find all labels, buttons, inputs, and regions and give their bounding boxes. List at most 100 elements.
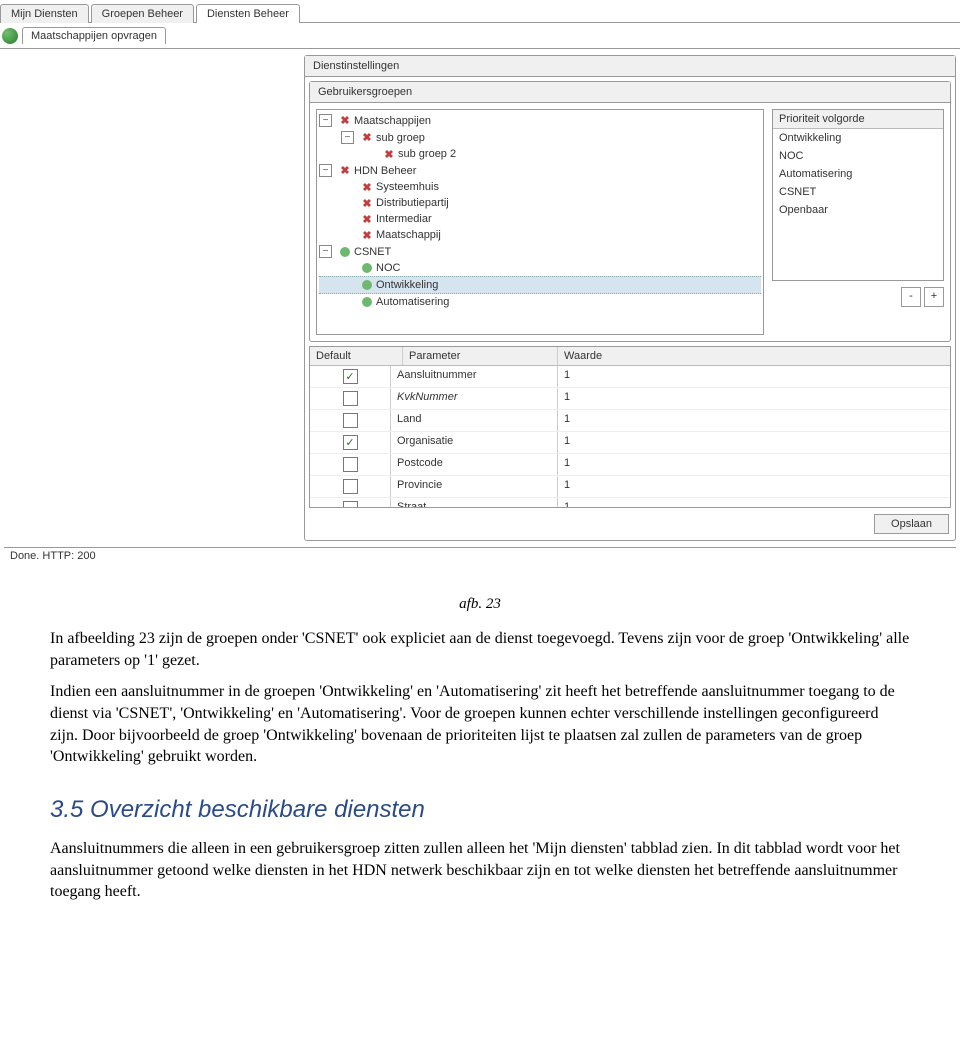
groups-tree[interactable]: −✖Maatschappijen−✖sub groep✖sub groep 2−…	[316, 109, 764, 335]
priority-up-button[interactable]: +	[924, 287, 944, 307]
tree-item[interactable]: −✖HDN Beheer	[319, 162, 761, 179]
panel-dienstinstellingen: Dienstinstellingen Gebruikersgroepen −✖M…	[304, 55, 956, 541]
panel-title-settings: Dienstinstellingen	[305, 56, 955, 77]
save-button[interactable]: Opslaan	[874, 514, 949, 534]
tree-item-label: sub groep	[376, 132, 425, 144]
tab-mijn-diensten[interactable]: Mijn Diensten	[0, 4, 89, 23]
priority-item[interactable]: Ontwikkeling	[773, 129, 943, 147]
tree-item[interactable]: Automatisering	[319, 294, 761, 310]
priority-list[interactable]: Prioriteit volgorde Ontwikkeling NOC Aut…	[772, 109, 944, 281]
tree-item[interactable]: ✖Distributiepartij	[319, 195, 761, 211]
tree-item-label: Systeemhuis	[376, 181, 439, 193]
priority-header: Prioriteit volgorde	[773, 110, 943, 129]
document-body: afb. 23 In afbeelding 23 zijn de groepen…	[0, 564, 960, 933]
priority-item[interactable]: Openbaar	[773, 201, 943, 219]
tree-item[interactable]: ✖Intermediar	[319, 211, 761, 227]
checkbox[interactable]	[343, 479, 358, 494]
doc-heading: 3.5 Overzicht beschikbare diensten	[50, 794, 910, 826]
col-default-header: Default	[310, 347, 402, 365]
tree-item[interactable]: ✖Maatschappij	[319, 227, 761, 243]
tree-item-label: Distributiepartij	[376, 197, 449, 209]
active-icon	[340, 247, 350, 257]
priority-item[interactable]: Automatisering	[773, 165, 943, 183]
param-name: Straat	[390, 498, 557, 508]
table-row[interactable]: Postcode1	[310, 454, 950, 476]
checkbox[interactable]	[343, 501, 358, 508]
param-value: 1	[557, 432, 950, 453]
tree-toggle-icon[interactable]: −	[319, 114, 332, 127]
figure-caption: afb. 23	[50, 594, 910, 614]
remove-icon: ✖	[383, 148, 395, 160]
checkbox[interactable]: ✓	[343, 369, 358, 384]
tree-item[interactable]: −✖Maatschappijen	[319, 112, 761, 129]
tree-item-label: HDN Beheer	[354, 165, 416, 177]
tree-toggle-icon[interactable]: −	[341, 131, 354, 144]
param-value: 1	[557, 454, 950, 475]
tree-item-label: Maatschappij	[376, 229, 441, 241]
active-icon	[362, 297, 372, 307]
priority-down-button[interactable]: -	[901, 287, 921, 307]
checkbox[interactable]: ✓	[343, 435, 358, 450]
tree-item-label: NOC	[376, 262, 400, 274]
param-name: Organisatie	[390, 432, 557, 453]
globe-icon	[2, 28, 18, 44]
param-value: 1	[557, 476, 950, 497]
tree-item-label: Maatschappijen	[354, 115, 431, 127]
tab-groepen-beheer[interactable]: Groepen Beheer	[91, 4, 194, 23]
status-bar: Done. HTTP: 200	[4, 547, 956, 564]
tree-item-label: Automatisering	[376, 296, 449, 308]
tree-toggle-icon[interactable]: −	[319, 164, 332, 177]
param-name: KvkNummer	[390, 388, 557, 409]
param-value: 1	[557, 410, 950, 431]
param-value: 1	[557, 366, 950, 387]
checkbox[interactable]	[343, 413, 358, 428]
panel-title-groups: Gebruikersgroepen	[310, 82, 950, 103]
priority-item[interactable]: CSNET	[773, 183, 943, 201]
params-header: Default Parameter Waarde	[310, 347, 950, 366]
checkbox[interactable]	[343, 457, 358, 472]
param-name: Land	[390, 410, 557, 431]
table-row[interactable]: ✓ Organisatie1	[310, 432, 950, 454]
active-icon	[362, 280, 372, 290]
doc-paragraph: Aansluitnummers die alleen in een gebrui…	[50, 838, 910, 903]
param-name: Aansluitnummer	[390, 366, 557, 387]
tab-diensten-beheer[interactable]: Diensten Beheer	[196, 4, 300, 23]
param-value: 1	[557, 498, 950, 508]
doc-paragraph: Indien een aansluitnummer in de groepen …	[50, 681, 910, 767]
remove-icon: ✖	[361, 229, 373, 241]
param-name: Postcode	[390, 454, 557, 475]
tree-item[interactable]: Ontwikkeling	[319, 276, 761, 294]
table-row[interactable]: KvkNummer1	[310, 388, 950, 410]
active-icon	[362, 263, 372, 273]
main-tabs: Mijn Diensten Groepen Beheer Diensten Be…	[0, 4, 960, 23]
doc-paragraph: In afbeelding 23 zijn de groepen onder '…	[50, 628, 910, 671]
page-label[interactable]: Maatschappijen opvragen	[22, 27, 166, 44]
remove-icon: ✖	[361, 181, 373, 193]
param-name: Provincie	[390, 476, 557, 497]
tree-item[interactable]: − CSNET	[319, 243, 761, 260]
priority-item[interactable]: NOC	[773, 147, 943, 165]
remove-icon: ✖	[339, 165, 351, 177]
tree-item[interactable]: ✖sub groep 2	[319, 146, 761, 162]
table-row[interactable]: ✓ Aansluitnummer1	[310, 366, 950, 388]
tree-item[interactable]: −✖sub groep	[319, 129, 761, 146]
params-table[interactable]: Default Parameter Waarde ✓ Aansluitnummer…	[309, 346, 951, 508]
table-row[interactable]: Provincie1	[310, 476, 950, 498]
param-value: 1	[557, 388, 950, 409]
tree-item-label: sub groep 2	[398, 148, 456, 160]
tree-item[interactable]: ✖Systeemhuis	[319, 179, 761, 195]
checkbox[interactable]	[343, 391, 358, 406]
remove-icon: ✖	[361, 213, 373, 225]
tree-item[interactable]: NOC	[319, 260, 761, 276]
subtab-bar: Maatschappijen opvragen	[0, 23, 960, 49]
tree-item-label: CSNET	[354, 246, 391, 258]
panel-gebruikersgroepen: Gebruikersgroepen −✖Maatschappijen−✖sub …	[309, 81, 951, 342]
col-param-header: Parameter	[402, 347, 557, 365]
table-row[interactable]: Straat1	[310, 498, 950, 508]
tree-item-label: Intermediar	[376, 213, 432, 225]
tree-item-label: Ontwikkeling	[376, 279, 438, 291]
remove-icon: ✖	[339, 115, 351, 127]
tree-toggle-icon[interactable]: −	[319, 245, 332, 258]
remove-icon: ✖	[361, 197, 373, 209]
table-row[interactable]: Land1	[310, 410, 950, 432]
